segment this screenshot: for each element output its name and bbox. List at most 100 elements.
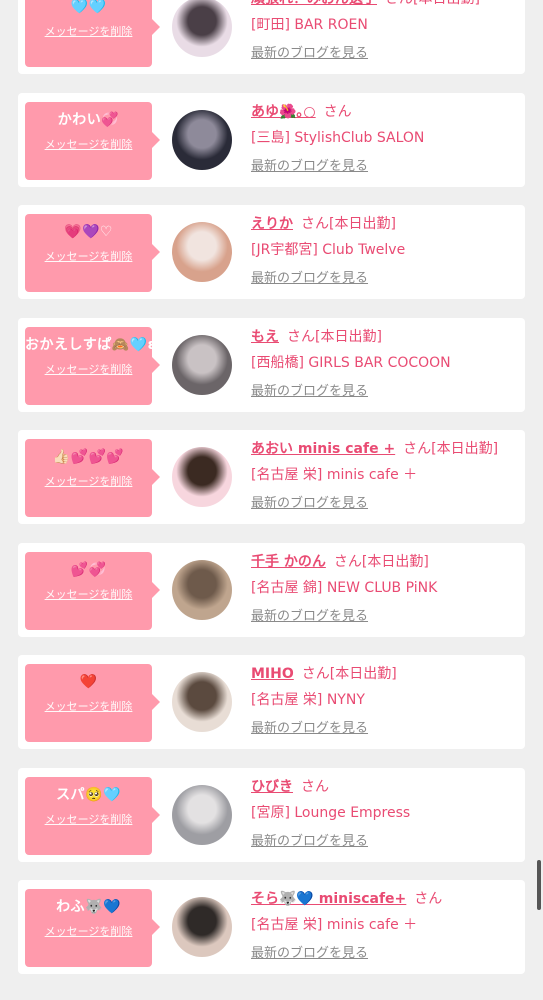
name-row: 頑張れ！みおん選手 さん[本日出勤]: [251, 0, 517, 10]
message-text: 💗💜♡: [64, 224, 113, 240]
latest-blog-link[interactable]: 最新のブログを見る: [251, 492, 368, 511]
avatar[interactable]: [172, 559, 232, 620]
message-card: 💗💜♡ メッセージを削除 えりか さん[本日出勤] [JR宇都宮] Club Tw…: [18, 205, 525, 299]
delete-message-link[interactable]: メッセージを削除: [45, 811, 133, 827]
avatar[interactable]: [172, 897, 232, 957]
message-text: おかえしすぱ🙈🩵ʚ: [25, 336, 152, 353]
cast-name-link[interactable]: ひびき: [251, 779, 293, 795]
latest-blog-link[interactable]: 最新のブログを見る: [251, 942, 368, 961]
message-bubble: 👍🏻💕💕💕 メッセージを削除: [25, 439, 160, 517]
delete-message-link[interactable]: メッセージを削除: [45, 23, 133, 39]
shop-name: [名古屋 錦] NEW CLUB PiNK: [251, 579, 438, 596]
cast-name-link[interactable]: えりか: [251, 216, 293, 232]
honorific-label: さん: [333, 553, 362, 570]
message-text: 👍🏻💕💕💕: [52, 449, 125, 465]
message-bubble: スパ🥺🩵 メッセージを削除: [25, 776, 160, 855]
message-text: 💕💞: [70, 561, 107, 578]
avatar[interactable]: [172, 672, 232, 732]
name-row: もえ さん[本日出勤]: [251, 327, 517, 348]
message-card: スパ🥺🩵 メッセージを削除 ひびき さん [宮原] Lounge Empress …: [18, 767, 525, 862]
latest-blog-link[interactable]: 最新のブログを見る: [251, 605, 368, 624]
avatar[interactable]: [172, 109, 232, 170]
latest-blog-link[interactable]: 最新のブログを見る: [251, 830, 368, 849]
honorific-label: さん: [414, 891, 443, 907]
message-text: 🩵🩵: [70, 0, 107, 15]
message-list: 🩵🩵 メッセージを削除 頑張れ！みおん選手さん[本日出勤] [町田] BAR R…: [0, 0, 543, 993]
message-bubble: わふ🐺💙 メッセージを削除: [25, 889, 160, 967]
shop-name: [JR宇都宮] Club Twelve: [251, 242, 406, 258]
shop-name: [三島] StylishClub SALON: [251, 129, 425, 146]
message-card: 🩵🩵 メッセージを削除 頑張れ！みおん選手 さん[本日出勤] [町田] BAR R…: [18, 0, 525, 74]
cast-name-link[interactable]: MIHO: [251, 666, 294, 682]
scrollbar-thumb[interactable]: [537, 860, 541, 910]
honorific-label: さん: [385, 0, 413, 7]
message-text: スパ🥺🩵: [56, 786, 121, 803]
message-card: ❤️ メッセージを削除 MIHO さん[本日出勤] [名古屋 栄] NYNY 最新…: [18, 655, 525, 749]
cast-name-link[interactable]: そら🐺💙 miniscafe+: [251, 891, 406, 907]
name-row: そら🐺💙 miniscafe+ さん: [251, 889, 517, 910]
status-badge: [本日出勤]: [413, 0, 480, 7]
delete-message-link[interactable]: メッセージを削除: [45, 586, 133, 602]
delete-message-link[interactable]: メッセージを削除: [45, 361, 133, 377]
honorific-label: さん: [301, 216, 329, 232]
avatar[interactable]: [172, 0, 232, 57]
cast-name-link[interactable]: もえ: [251, 329, 279, 345]
delete-message-link[interactable]: メッセージを削除: [45, 136, 133, 152]
cast-info: ひびき さん [宮原] Lounge Empress 最新のブログを見る: [251, 777, 517, 849]
honorific-label: さん: [301, 778, 329, 795]
avatar[interactable]: [172, 334, 232, 395]
cast-info: 頑張れ！みおん選手 さん[本日出勤] [町田] BAR ROEN 最新のブログを見…: [251, 0, 517, 61]
latest-blog-link[interactable]: 最新のブログを見る: [251, 267, 368, 286]
delete-message-link[interactable]: メッセージを削除: [45, 698, 133, 714]
name-row: ひびき さん: [251, 777, 517, 798]
message-card: かわい💞 メッセージを削除 あゆ🌺｡○ さん [三島] StylishClub S…: [18, 92, 525, 187]
latest-blog-link[interactable]: 最新のブログを見る: [251, 42, 368, 61]
latest-blog-link[interactable]: 最新のブログを見る: [251, 155, 368, 174]
shop-name: [宮原] Lounge Empress: [251, 804, 411, 821]
shop-name: [名古屋 栄] minis cafe ＋: [251, 467, 418, 483]
name-row: MIHO さん[本日出勤]: [251, 664, 517, 685]
cast-info: MIHO さん[本日出勤] [名古屋 栄] NYNY 最新のブログを見る: [251, 664, 517, 736]
message-bubble: かわい💞 メッセージを削除: [25, 101, 160, 180]
name-row: 千手 かのん さん[本日出勤]: [251, 552, 517, 573]
delete-message-link[interactable]: メッセージを削除: [45, 473, 133, 489]
name-row: あおい minis cafe + さん[本日出勤]: [251, 439, 517, 460]
shop-name: [町田] BAR ROEN: [251, 17, 368, 33]
message-card: わふ🐺💙 メッセージを削除 そら🐺💙 miniscafe+ さん [名古屋 栄] …: [18, 880, 525, 974]
status-badge: [本日出勤]: [315, 328, 382, 345]
avatar[interactable]: [172, 784, 232, 845]
cast-info: えりか さん[本日出勤] [JR宇都宮] Club Twelve 最新のブログを見…: [251, 214, 517, 286]
message-card: 👍🏻💕💕💕 メッセージを削除 あおい minis cafe + さん[本日出勤] …: [18, 430, 525, 524]
delete-message-link[interactable]: メッセージを削除: [45, 923, 133, 939]
cast-name-link[interactable]: 千手 かのん: [251, 554, 326, 570]
avatar[interactable]: [172, 222, 232, 282]
name-row: あゆ🌺｡○ さん: [251, 102, 517, 123]
honorific-label: さん: [301, 666, 330, 682]
avatar[interactable]: [172, 447, 232, 507]
status-badge: [本日出勤]: [431, 441, 499, 457]
latest-blog-link[interactable]: 最新のブログを見る: [251, 717, 368, 736]
message-card: おかえしすぱ🙈🩵ʚ メッセージを削除 もえ さん[本日出勤] [西船橋] GIRL…: [18, 317, 525, 412]
message-bubble: 💗💜♡ メッセージを削除: [25, 214, 160, 292]
message-bubble: おかえしすぱ🙈🩵ʚ メッセージを削除: [25, 326, 160, 405]
cast-info: 千手 かのん さん[本日出勤] [名古屋 錦] NEW CLUB PiNK 最新の…: [251, 552, 517, 624]
shop-name: [名古屋 栄] NYNY: [251, 692, 365, 708]
cast-info: もえ さん[本日出勤] [西船橋] GIRLS BAR COCOON 最新のブログ…: [251, 327, 517, 399]
delete-message-link[interactable]: メッセージを削除: [45, 248, 133, 264]
status-badge: [本日出勤]: [361, 553, 429, 570]
cast-info: あおい minis cafe + さん[本日出勤] [名古屋 栄] minis c…: [251, 439, 517, 511]
shop-name: [西船橋] GIRLS BAR COCOON: [251, 354, 451, 371]
message-card: 💕💞 メッセージを削除 千手 かのん さん[本日出勤] [名古屋 錦] NEW C…: [18, 542, 525, 637]
message-text: わふ🐺💙: [56, 899, 121, 915]
cast-info: そら🐺💙 miniscafe+ さん [名古屋 栄] minis cafe ＋ 最…: [251, 889, 517, 961]
honorific-label: さん: [287, 328, 315, 345]
cast-name-link[interactable]: あおい minis cafe +: [251, 441, 395, 457]
status-badge: [本日出勤]: [329, 216, 396, 232]
cast-name-link[interactable]: あゆ🌺｡○: [251, 104, 316, 120]
latest-blog-link[interactable]: 最新のブログを見る: [251, 380, 368, 399]
message-text: ❤️: [79, 674, 98, 690]
message-text: かわい💞: [57, 111, 120, 128]
message-bubble: 🩵🩵 メッセージを削除: [25, 0, 160, 67]
cast-name-link[interactable]: 頑張れ！みおん選手: [251, 0, 377, 7]
honorific-label: さん: [323, 103, 352, 120]
